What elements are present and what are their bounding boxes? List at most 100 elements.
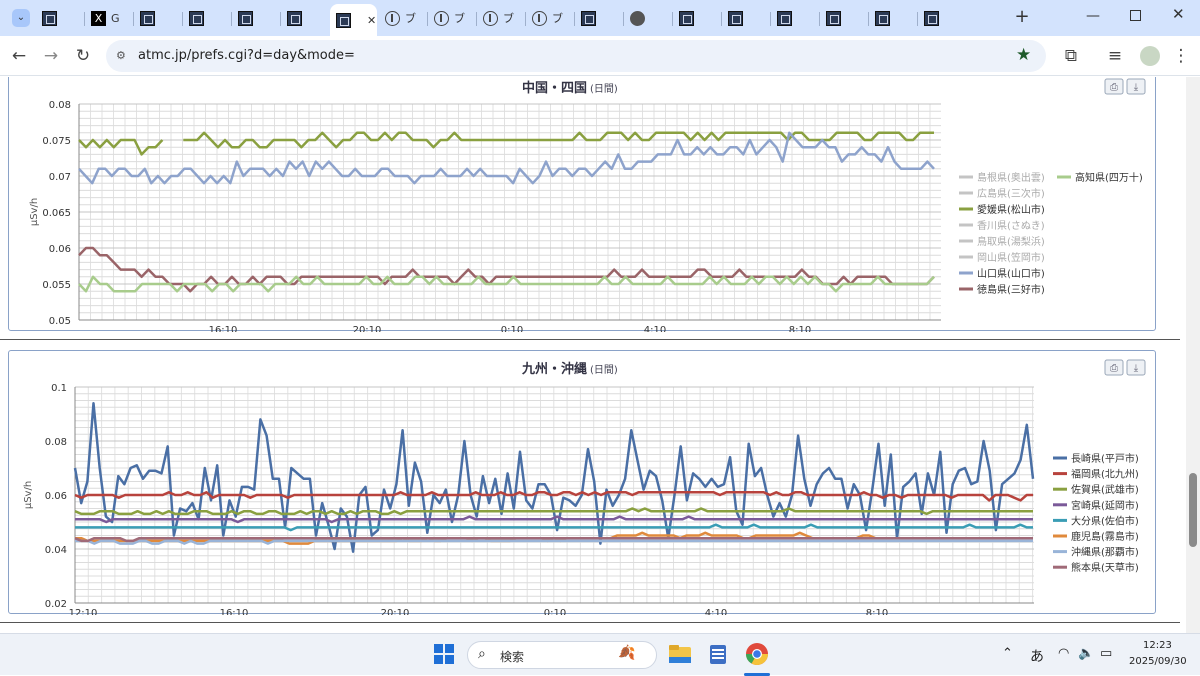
wifi-icon[interactable]: ◠ xyxy=(1058,646,1069,661)
x-tick-label: 8:10 xyxy=(789,325,811,332)
browser-tab[interactable]: XG xyxy=(85,6,132,30)
alt-icon xyxy=(434,10,449,26)
legend-item[interactable]: 大分県(佐伯市) xyxy=(1071,514,1139,527)
y-tick-label: 0.05 xyxy=(49,316,71,327)
address-bar[interactable]: ⚙ atmc.jp/prefs.cgi?d=day&mode= ★ xyxy=(106,40,1046,72)
browser-tab[interactable] xyxy=(281,6,328,30)
alt-icon xyxy=(532,10,547,26)
legend-item[interactable]: 宮崎県(延岡市) xyxy=(1071,499,1139,512)
browser-tab[interactable]: ブ xyxy=(526,6,573,30)
battery-icon[interactable]: ▭ xyxy=(1100,646,1112,661)
atmc-icon xyxy=(777,10,792,26)
browser-tab[interactable] xyxy=(918,6,965,30)
chart-panel-chugoku-shikoku: 中国・四国 (日間) ⎙ ⤓ 0.08 0.075 0.07 0.065 0.06 0.055 0.… xyxy=(8,77,1156,336)
clock-time[interactable]: 12:23 xyxy=(1143,640,1172,651)
profile-avatar[interactable] xyxy=(1140,46,1160,66)
browser-tab[interactable] xyxy=(183,6,230,30)
browser-tab[interactable] xyxy=(722,6,769,30)
x-tick-label: 12:10 xyxy=(69,608,98,615)
legend-item[interactable]: 広島県(三次市) xyxy=(977,187,1045,200)
close-tab-icon[interactable]: ✕ xyxy=(367,14,376,27)
y-axis-label: µSv/h xyxy=(23,481,34,509)
atmc-icon xyxy=(679,10,694,26)
y-tick-label: 0.075 xyxy=(42,136,71,147)
print-icon: ⎙ xyxy=(1110,82,1118,93)
legend-item[interactable]: 沖縄県(那覇市) xyxy=(1071,546,1139,559)
new-tab-button[interactable]: + xyxy=(1012,7,1032,27)
browser-tab[interactable] xyxy=(624,6,671,30)
scrollbar[interactable] xyxy=(1186,77,1200,633)
close-window-button[interactable]: ✕ xyxy=(1172,5,1188,25)
tab-search-button[interactable]: ⌄ xyxy=(6,6,30,30)
legend-item[interactable]: 香川県(さぬき) xyxy=(977,220,1045,232)
star-icon[interactable]: ★ xyxy=(1016,45,1031,65)
scrollbar-thumb[interactable] xyxy=(1189,473,1197,547)
legend-item[interactable]: 福岡県(北九州) xyxy=(1071,468,1139,481)
browser-tab[interactable] xyxy=(575,6,622,30)
y-tick-label: 0.065 xyxy=(42,208,71,219)
browser-tab[interactable]: ブ xyxy=(428,6,475,30)
y-tick-label: 0.04 xyxy=(45,545,67,556)
atmc-icon xyxy=(189,10,204,26)
tab-title: ブ xyxy=(503,12,514,25)
clock-date[interactable]: 2025/09/30 xyxy=(1129,656,1187,667)
legend-item[interactable]: 鳥取県(湯梨浜) xyxy=(977,235,1045,248)
legend-item[interactable]: 熊本県(天草市) xyxy=(1071,561,1139,574)
x-tick-label: 16:10 xyxy=(220,608,249,615)
x-tick-label: 0:10 xyxy=(544,608,566,615)
globe-icon xyxy=(630,10,645,26)
y-tick-label: 0.08 xyxy=(49,100,71,111)
browser-tab[interactable]: ブ xyxy=(477,6,524,30)
browser-tab[interactable] xyxy=(36,6,83,30)
chevron-up-icon[interactable]: ⌃ xyxy=(1002,646,1013,661)
chevron-down-icon: ⌄ xyxy=(12,9,30,27)
browser-tab[interactable] xyxy=(771,6,818,30)
atmc-icon xyxy=(875,10,890,26)
browser-tab[interactable] xyxy=(134,6,181,30)
chrome-icon[interactable] xyxy=(745,642,769,666)
browser-tab[interactable] xyxy=(820,6,867,30)
reload-button[interactable]: ↻ xyxy=(72,45,94,67)
windows-start-icon[interactable] xyxy=(432,642,456,666)
media-control-icon[interactable]: ≡ xyxy=(1104,45,1126,67)
back-button[interactable]: ← xyxy=(8,45,30,67)
forward-button[interactable]: → xyxy=(40,45,62,67)
search-highlight-icon: 🍂 xyxy=(618,645,636,661)
minimize-button[interactable]: — xyxy=(1086,8,1102,28)
legend-item[interactable]: 長崎県(平戸市) xyxy=(1071,452,1139,465)
legend-item[interactable]: 高知県(四万十) xyxy=(1075,171,1143,184)
menu-icon[interactable]: ⋮ xyxy=(1170,45,1192,67)
x-tick-label: 8:10 xyxy=(866,608,888,615)
browser-tab[interactable] xyxy=(673,6,720,30)
legend-item[interactable]: 佐賀県(武雄市) xyxy=(1071,483,1139,496)
maximize-button[interactable] xyxy=(1130,10,1141,21)
site-info-icon[interactable]: ⚙ xyxy=(116,49,126,62)
browser-tab[interactable]: ✕ xyxy=(330,4,377,36)
y-tick-label: 0.055 xyxy=(42,280,71,291)
file-explorer-icon[interactable] xyxy=(668,642,692,666)
y-tick-label: 0.02 xyxy=(45,599,67,610)
browser-tab[interactable] xyxy=(232,6,279,30)
legend-item[interactable]: 鹿児島(霧島市) xyxy=(1071,530,1139,543)
legend-item[interactable]: 愛媛県(松山市) xyxy=(977,203,1045,216)
taskbar-search[interactable]: ⌕ 検索 🍂 xyxy=(467,641,657,669)
legend-item[interactable]: 島根県(奥出雲) xyxy=(977,171,1045,184)
notepad-icon[interactable] xyxy=(706,642,730,666)
legend-item[interactable]: 岡山県(笠岡市) xyxy=(977,251,1045,264)
browser-tab[interactable] xyxy=(869,6,916,30)
download-icon: ⤓ xyxy=(1134,82,1139,93)
browser-tab[interactable]: ブ xyxy=(379,6,426,30)
extensions-icon[interactable]: ⧉ xyxy=(1060,45,1082,67)
search-icon: ⌕ xyxy=(478,646,486,662)
url-text[interactable]: atmc.jp/prefs.cgi?d=day&mode= xyxy=(138,48,355,63)
legend-item[interactable]: 山口県(山口市) xyxy=(977,267,1045,280)
chart-kyushu-okinawa: 九州・沖縄 (日間) ⎙ ⤓ 0.1 0.08 0.06 0.04 0.02 µSv/h 12:10… xyxy=(23,359,1146,619)
ime-indicator[interactable]: あ xyxy=(1030,646,1044,666)
volume-icon[interactable]: 🔈 xyxy=(1078,646,1094,661)
x-tick-label: 4:10 xyxy=(644,325,666,332)
section-divider xyxy=(0,339,1180,340)
tab-title: ブ xyxy=(405,12,416,25)
legend-item[interactable]: 徳島県(三好市) xyxy=(977,283,1045,296)
chart-panel-kyushu-okinawa: 九州・沖縄 (日間) ⎙ ⤓ 0.1 0.08 0.06 0.04 0.02 µSv/h 12:10… xyxy=(8,350,1156,619)
atmc-icon xyxy=(336,12,351,28)
